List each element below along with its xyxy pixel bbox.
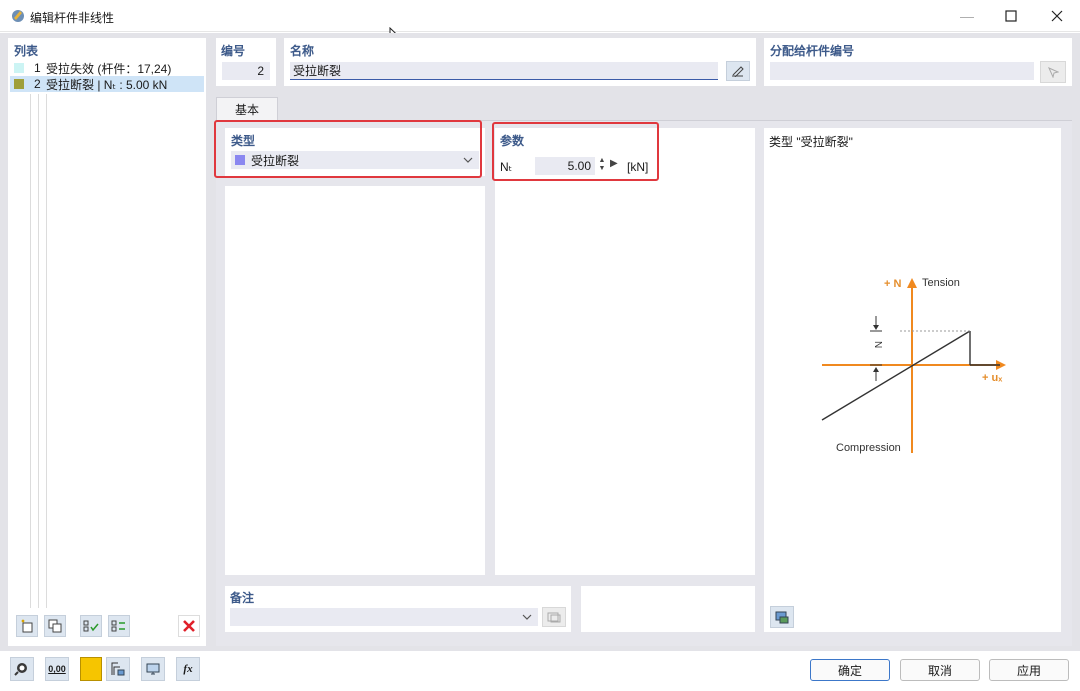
number-label: 编号: [221, 44, 246, 58]
tension-label: Tension: [922, 277, 960, 289]
tension-break-diagram: [821, 278, 1006, 453]
list-item[interactable]: 1 受拉失效 (杆件：17,24): [10, 60, 204, 76]
highlight-params: [492, 122, 659, 181]
list-item-selected[interactable]: 2 受拉断裂 | Nₜ : 5.00 kN: [10, 76, 204, 92]
formula-icon[interactable]: fx: [176, 657, 200, 681]
highlight-type: [214, 120, 482, 178]
name-panel: 名称 受拉断裂: [284, 38, 756, 86]
name-input[interactable]: 受拉断裂: [290, 62, 718, 80]
structure-icon[interactable]: [106, 657, 130, 681]
compression-label: Compression: [836, 442, 901, 454]
diagram-panel: 类型 "受拉断裂" + N Tension N + uₓ Compression: [764, 128, 1061, 632]
close-icon[interactable]: [1034, 0, 1080, 32]
window-title: 编辑杆件非线性: [30, 11, 115, 25]
ok-button[interactable]: 确定: [810, 659, 890, 681]
view-icon[interactable]: [141, 657, 165, 681]
edit-name-icon[interactable]: [726, 61, 750, 81]
tree-guide: [30, 94, 31, 608]
axis-u-label: + uₓ: [982, 372, 1003, 384]
number-panel: 编号 2: [216, 38, 276, 86]
comment-input[interactable]: [230, 608, 538, 626]
type-extra-panel: [225, 186, 485, 575]
apply-button[interactable]: 应用: [989, 659, 1069, 681]
select-members-icon[interactable]: [1040, 61, 1066, 83]
tab-basic[interactable]: 基本: [216, 97, 278, 121]
check-all-button[interactable]: [80, 615, 102, 637]
minimize-icon[interactable]: —: [944, 0, 990, 32]
decimal-places-icon[interactable]: 0,00: [45, 657, 69, 681]
cancel-button[interactable]: 取消: [900, 659, 980, 681]
comment-label: 备注: [230, 591, 255, 605]
copy-item-button[interactable]: [44, 615, 66, 637]
n-marker-label: N: [872, 341, 883, 349]
maximize-icon[interactable]: [988, 0, 1034, 32]
list-label: 列表: [14, 44, 39, 58]
color-swatch: [14, 79, 24, 89]
comment-panel: 备注: [225, 586, 571, 632]
name-label: 名称: [290, 44, 315, 58]
uncheck-all-button[interactable]: [108, 615, 130, 637]
comment-library-icon[interactable]: [542, 607, 566, 627]
title-bar: 编辑杆件非线性 —: [0, 0, 1080, 32]
app-icon: [12, 10, 24, 22]
assign-panel: 分配给杆件编号: [764, 38, 1072, 86]
params-section: 参数 Nₜ 5.00 ▲ ▼ ▶ [kN]: [495, 128, 755, 575]
comment-side-panel: [581, 586, 755, 632]
assign-label: 分配给杆件编号: [770, 44, 855, 58]
tree-guide: [38, 94, 39, 608]
color-swatch: [14, 63, 24, 73]
list-panel: 列表 1 受拉失效 (杆件：17,24) 2 受拉断裂 | Nₜ : 5.00 …: [8, 38, 206, 646]
delete-icon[interactable]: [178, 615, 200, 637]
number-field[interactable]: 2: [222, 62, 270, 80]
tree-guide: [46, 94, 47, 608]
diagram-settings-icon[interactable]: [770, 606, 794, 628]
search-icon[interactable]: [10, 657, 34, 681]
new-item-button[interactable]: [16, 615, 38, 637]
assign-input[interactable]: [770, 62, 1034, 80]
chevron-down-icon: [522, 614, 532, 620]
axis-n-label: + N: [884, 278, 902, 290]
color-icon[interactable]: [80, 657, 102, 681]
